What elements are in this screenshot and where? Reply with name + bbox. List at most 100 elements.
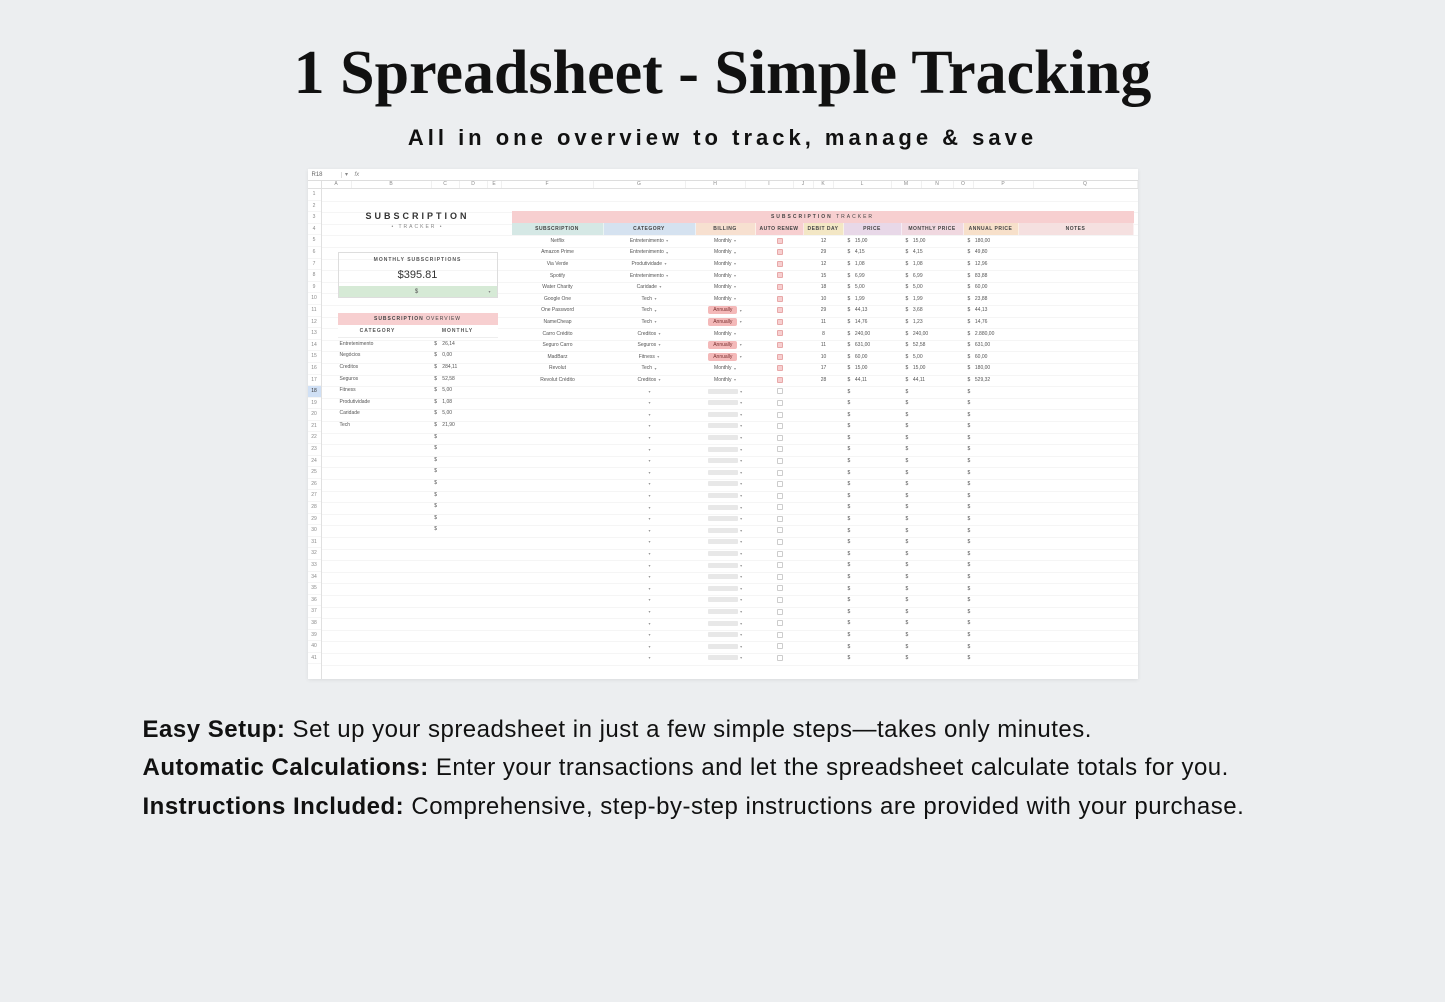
row-number: 13 [308,328,321,340]
cell-annual-price: $ [964,389,1019,395]
checkbox-icon [777,643,783,649]
checkbox-icon [777,458,783,464]
row-number: 10 [308,293,321,305]
cell-price: $ [844,620,902,626]
row-number: 38 [308,618,321,630]
overview-row: Caridade$5,00 [338,408,498,420]
cell-billing: ▾ [696,481,756,487]
tracker-row: ▾ ▾$$$ [512,397,1134,409]
th-subscription: SUBSCRIPTION [512,223,604,235]
cell-monthly-price: $ 1,08 [902,261,964,267]
cell-annual-price: $ [964,597,1019,603]
cell-auto-renew [756,354,804,360]
cell-annual-price: $ [964,609,1019,615]
cell-auto-renew [756,365,804,371]
tracker-row: ▾ ▾$$$ [512,467,1134,479]
cell-category: ▾ [604,435,696,441]
tracker-row: ▾ ▾$$$ [512,606,1134,618]
cell-price: $ [844,470,902,476]
row-number: 14 [308,340,321,352]
cell-auto-renew [756,319,804,325]
cell-billing: ▾ [696,597,756,603]
cell-billing: ▾ [696,539,756,545]
cell-annual-price: $ [964,528,1019,534]
overview-amount: $ [434,503,497,509]
cell-auto-renew [756,655,804,661]
feature-line: Easy Setup: Set up your spreadsheet in j… [143,711,1303,749]
cell-price: $ [844,574,902,580]
row-number: 32 [308,548,321,560]
overview-category: Fitness [338,387,435,393]
cell-reference: R18 [312,172,342,178]
row-number: 8 [308,270,321,282]
cell-subscription: NameCheap [512,319,604,325]
cell-price: $ 60,00 [844,354,902,360]
cell-billing: Monthly ▾ [696,377,756,383]
row-number: 6 [308,247,321,259]
checkbox-icon [777,412,783,418]
cell-category: Entretenimento ▾ [604,273,696,279]
overview-amount: $5,00 [434,387,497,393]
checkbox-icon [777,481,783,487]
cell-billing: ▾ [696,655,756,661]
cell-billing: ▾ [696,470,756,476]
cell-monthly-price: $ [902,435,964,441]
cell-category: ▾ [604,412,696,418]
overview-category: Tech [338,422,435,428]
cell-annual-price: $ [964,574,1019,580]
cell-debit-day: 10 [804,354,844,360]
checkbox-icon [777,655,783,661]
overview-amount: $5,00 [434,410,497,416]
cell-monthly-price: $ [902,493,964,499]
cell-subscription: Water Charity [512,284,604,290]
overview-category: Entretenimento [338,341,435,347]
row-number: 37 [308,606,321,618]
tracker-row: SpotifyEntretenimento ▾Monthly ▾15$ 6,99… [512,270,1134,282]
overview-amount: $ [434,492,497,498]
cell-category: Creditos ▾ [604,331,696,337]
cell-debit-day: 29 [804,307,844,313]
cell-annual-price: $ [964,551,1019,557]
chevron-down-icon: ▾ [488,289,490,294]
cell-monthly-price: $ 1,99 [902,296,964,302]
cell-auto-renew [756,539,804,545]
tracker-row: Google OneTech ▾Monthly ▾10$ 1,99$ 1,99$… [512,293,1134,305]
cell-category: ▾ [604,620,696,626]
row-number: 40 [308,641,321,653]
cell-monthly-price: $ [902,481,964,487]
cell-monthly-price: $ 4,15 [902,249,964,255]
cell-annual-price: $ [964,504,1019,510]
monthly-box-title: MONTHLY SUBSCRIPTIONS [339,253,497,267]
cell-debit-day: 15 [804,273,844,279]
feature-label: Instructions Included: [143,793,405,820]
overview-row: $ [338,512,498,524]
row-number: 39 [308,630,321,642]
cell-auto-renew [756,574,804,580]
cell-monthly-price: $ [902,609,964,615]
cell-category: Produtividade ▾ [604,261,696,267]
cell-category: ▾ [604,574,696,580]
tracker-row: ▾ ▾$$$ [512,629,1134,641]
cell-category: ▾ [604,655,696,661]
cell-annual-price: $ [964,400,1019,406]
cell-auto-renew [756,632,804,638]
cell-debit-day: 18 [804,284,844,290]
cell-monthly-price: $ [902,516,964,522]
cell-price: $ [844,597,902,603]
cell-debit-day: 12 [804,261,844,267]
cell-price: $ [844,609,902,615]
overview-category: Creditos [338,364,435,370]
tracker-row: NetflixEntretenimento ▾Monthly ▾12$ 15,0… [512,235,1134,247]
cell-auto-renew [756,296,804,302]
checkbox-icon [777,377,783,383]
cell-price: $ [844,551,902,557]
cell-monthly-price: $ [902,470,964,476]
cell-annual-price: $ [964,412,1019,418]
checkbox-icon [777,388,783,394]
tracker-row: One PasswordTech ▾Annually ▾29$ 44,13$ 3… [512,305,1134,317]
overview-category: Seguros [338,376,435,382]
tracker-row: ▾ ▾$$$ [512,444,1134,456]
fx-label: fx [352,172,364,178]
feature-text: Comprehensive, step-by-step instructions… [404,793,1244,820]
cell-price: $ [844,539,902,545]
